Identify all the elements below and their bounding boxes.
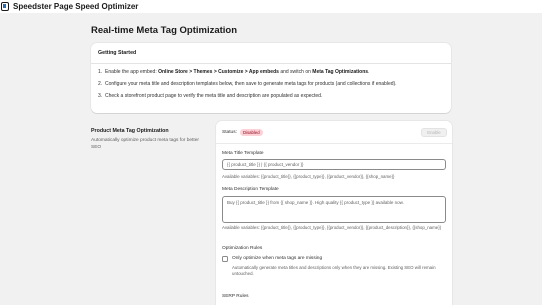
app-logo-icon xyxy=(1,2,9,11)
divider xyxy=(216,143,452,144)
step-number: 1. xyxy=(98,69,103,75)
status-label: Status: xyxy=(222,130,237,135)
status-badge: Disabled xyxy=(239,129,263,136)
status-row: Status: Disabled xyxy=(222,129,263,136)
meta-title-input[interactable]: {{ product_title }} | {{ product_vendor … xyxy=(222,159,446,170)
only-missing-help: Automatically generate meta titles and d… xyxy=(232,265,436,276)
meta-title-label: Meta Title Template xyxy=(222,151,264,156)
getting-started-steps: 1. Enable the app embed: Online Store > T… xyxy=(91,64,451,100)
section-title: Product Meta Tag Optimization xyxy=(91,128,169,134)
app-title: Speedster Page Speed Optimizer xyxy=(13,2,139,11)
step-bold-path: Online Store > Themes > Customize > App … xyxy=(158,69,279,75)
step-text: Check a storefront product page to verif… xyxy=(105,93,323,99)
meta-title-help: Available variables: {{product_title}}, … xyxy=(222,174,395,179)
getting-started-heading: Getting Started xyxy=(91,43,451,64)
step-number: 2. xyxy=(98,81,103,87)
step-text: Enable the app embed: xyxy=(105,69,159,75)
meta-description-textarea[interactable]: Buy {{ product_title }} from {{ shop_nam… xyxy=(222,196,446,223)
meta-description-label: Meta Description Template xyxy=(222,187,279,192)
meta-description-help: Available variables: {{product_title}}, … xyxy=(222,225,442,230)
product-meta-settings-card: Status: Disabled Enable Meta Title Templ… xyxy=(216,121,452,305)
step-text: . xyxy=(368,69,370,75)
optimization-rules-label: Optimization Rules xyxy=(222,246,263,251)
only-missing-checkbox[interactable] xyxy=(222,256,228,262)
step-item: 3. Check a storefront product page to ver… xyxy=(98,93,444,100)
step-item: 2. Configure your meta title and descript… xyxy=(98,81,444,88)
only-missing-label[interactable]: Only optimize when meta tags are missing xyxy=(232,256,322,261)
step-item: 1. Enable the app embed: Online Store > T… xyxy=(98,69,444,76)
step-text: Configure your meta title and descriptio… xyxy=(105,81,397,87)
getting-started-card: Getting Started 1. Enable the app embed: … xyxy=(91,43,451,113)
step-bold-name: Meta Tag Optimizations xyxy=(312,69,369,75)
step-text: and switch on xyxy=(278,69,313,75)
enable-button[interactable]: Enable xyxy=(421,128,447,137)
page-title: Real-time Meta Tag Optimization xyxy=(91,25,238,36)
app-header: Speedster Page Speed Optimizer xyxy=(0,0,542,13)
serp-rules-label: SERP Rules xyxy=(222,294,249,299)
section-description: Automatically optimize product meta tags… xyxy=(91,138,199,150)
step-number: 3. xyxy=(98,93,103,99)
